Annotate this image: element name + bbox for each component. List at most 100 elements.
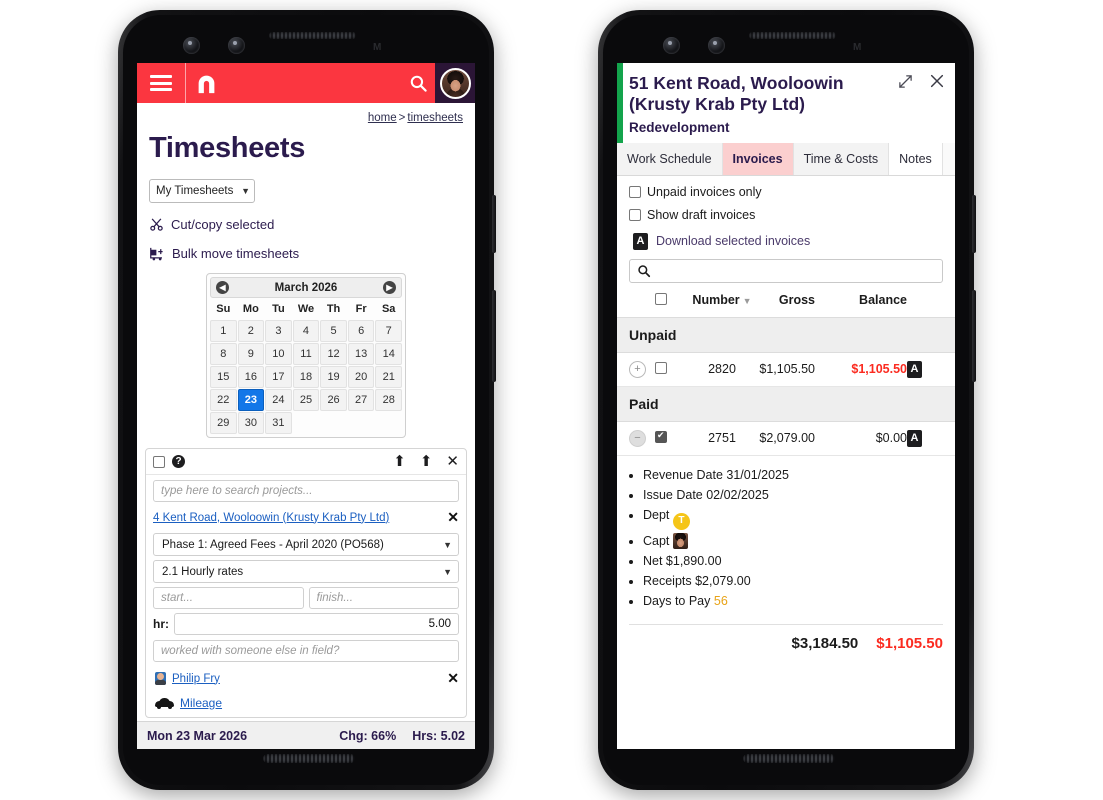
calendar-day[interactable]: 10 — [265, 343, 292, 365]
timesheet-filter-select[interactable]: My Timesheets ▼ — [149, 179, 255, 203]
invoice-search-input[interactable] — [629, 258, 943, 283]
volume-rocker[interactable] — [972, 290, 976, 382]
breadcrumb-current-link[interactable]: timesheets — [407, 112, 463, 124]
bulk-move-action[interactable]: Bulk move timesheets — [149, 246, 475, 261]
close-icon[interactable]: ✕ — [446, 454, 459, 469]
select-all-checkbox[interactable] — [655, 292, 667, 305]
start-time-input[interactable]: start... — [153, 587, 304, 609]
tab-time-costs[interactable]: Time & Costs — [793, 142, 890, 175]
calendar-day[interactable]: 25 — [292, 389, 320, 411]
calendar-day[interactable]: 3 — [265, 320, 292, 342]
selected-project-link[interactable]: 4 Kent Road, Wooloowin (Krusty Krab Pty … — [153, 512, 447, 524]
calendar-day[interactable]: 14 — [375, 343, 402, 365]
car-icon — [155, 697, 174, 709]
calendar-day[interactable]: 15 — [210, 366, 237, 388]
arch-brand-logo[interactable] — [186, 63, 226, 103]
calendar-day[interactable]: 24 — [265, 389, 292, 411]
pdf-icon[interactable]: A — [907, 429, 922, 447]
header-balance[interactable]: Balance — [821, 293, 907, 307]
calendar-day[interactable]: 26 — [320, 389, 347, 411]
calendar-day[interactable]: 19 — [320, 366, 347, 388]
table-row[interactable]: − 2751 $2,079.00 $0.00A — [617, 422, 955, 456]
filter-unpaid-only[interactable]: Unpaid invoices only — [617, 176, 955, 199]
invoice-totals: $3,184.50 $1,105.50 — [629, 624, 943, 656]
calendar-day[interactable]: 8 — [210, 343, 237, 365]
user-avatar[interactable] — [435, 63, 475, 103]
captain-avatar[interactable] — [672, 532, 688, 549]
calendar-day[interactable]: 17 — [265, 366, 292, 388]
project-search-input[interactable]: type here to search projects... — [153, 480, 459, 502]
note-input[interactable]: worked with someone else in field? — [153, 640, 459, 662]
calendar-day[interactable]: 1 — [210, 320, 237, 342]
calendar-day[interactable]: 28 — [375, 389, 402, 411]
power-button[interactable] — [492, 195, 496, 253]
download-selected-invoices-action[interactable]: A Download selected invoices — [617, 222, 955, 250]
arrow-up-icon[interactable]: ⬆ — [393, 454, 406, 469]
phase-select[interactable]: Phase 1: Agreed Fees - April 2020 (PO568… — [153, 533, 459, 556]
dept-badge[interactable]: T — [672, 512, 690, 530]
invoice-number: 2820 — [708, 362, 736, 377]
table-row[interactable]: +2820 $1,105.50 $1,105.50 A — [617, 353, 955, 387]
hamburger-menu-icon[interactable] — [150, 75, 172, 91]
tab-invoices[interactable]: Invoices — [722, 142, 794, 175]
pdf-icon[interactable]: A — [907, 360, 922, 378]
calendar-day[interactable]: 20 — [347, 366, 375, 388]
row-select-checkbox[interactable] — [655, 430, 667, 443]
calendar-day[interactable]: 16 — [237, 366, 265, 388]
expand-icon[interactable] — [898, 74, 913, 94]
prev-month-icon[interactable]: ◀ — [216, 281, 229, 294]
calendar-day[interactable]: 29 — [210, 412, 237, 434]
finish-placeholder: finish... — [316, 592, 353, 604]
calendar-day[interactable]: 22 — [210, 389, 237, 411]
search-icon[interactable] — [401, 63, 435, 103]
calendar-day-selected[interactable]: 23 — [237, 389, 265, 411]
header-gross[interactable]: Gross — [759, 293, 821, 307]
rate-select[interactable]: 2.1 Hourly rates ▼ — [153, 560, 459, 583]
download-label: Download selected invoices — [656, 234, 811, 249]
mileage-link[interactable]: Mileage — [180, 696, 222, 710]
calendar-day[interactable]: 9 — [237, 343, 265, 365]
cut-copy-action[interactable]: Cut/copy selected — [149, 217, 475, 232]
person-link[interactable]: Philip Fry — [172, 673, 441, 685]
calendar-day[interactable]: 30 — [237, 412, 265, 434]
calendar-day[interactable]: 11 — [292, 343, 320, 365]
collapse-row-icon[interactable]: − — [629, 429, 646, 447]
calendar-day[interactable]: 2 — [237, 320, 265, 342]
entry-select-checkbox[interactable] — [153, 455, 165, 468]
filter-show-drafts[interactable]: Show draft invoices — [617, 199, 955, 222]
calendar-day[interactable]: 6 — [347, 320, 375, 342]
arrow-up-icon[interactable]: ⬆ — [420, 454, 433, 469]
tab-notes[interactable]: Notes — [889, 142, 943, 175]
calendar-day[interactable]: 18 — [292, 366, 320, 388]
header-number[interactable]: Number ▼ — [685, 293, 759, 307]
breadcrumb-home-link[interactable]: home — [368, 112, 397, 124]
calendar-day[interactable]: 21 — [375, 366, 402, 388]
invoice-detail-text: Net $1,890.00 — [643, 553, 722, 568]
calendar-day[interactable]: 5 — [320, 320, 347, 342]
show-drafts-checkbox[interactable] — [629, 208, 641, 221]
expand-row-icon[interactable]: + — [629, 360, 646, 378]
calendar-header: ◀ March 2026 ▶ — [210, 277, 402, 298]
next-month-icon[interactable]: ▶ — [383, 281, 396, 294]
row-select-checkbox[interactable] — [655, 361, 667, 374]
invoice-gross: $1,105.50 — [759, 362, 815, 377]
panel-tabs[interactable]: Work Schedule Invoices Time & Costs Notes — [617, 142, 955, 176]
status-chg: Chg: 66% — [339, 728, 397, 743]
calendar-day[interactable]: 27 — [347, 389, 375, 411]
help-icon[interactable]: ? — [172, 455, 185, 468]
calendar-day[interactable]: 4 — [292, 320, 320, 342]
calendar-day-grid[interactable]: 1 2 3 4 5 6 7 8 9 10 11 12 13 14 15 16 17 18 19 20 21 22 23 24 2… — [210, 320, 402, 434]
finish-time-input[interactable]: finish... — [308, 587, 459, 609]
remove-person-icon[interactable]: ✕ — [447, 670, 459, 687]
calendar-day[interactable]: 13 — [347, 343, 375, 365]
remove-project-icon[interactable]: ✕ — [447, 509, 459, 526]
volume-rocker[interactable] — [492, 290, 496, 382]
tab-work-schedule[interactable]: Work Schedule — [617, 142, 723, 175]
calendar-day[interactable]: 31 — [265, 412, 292, 434]
calendar-day[interactable]: 12 — [320, 343, 347, 365]
close-icon[interactable] — [929, 73, 945, 94]
power-button[interactable] — [972, 195, 976, 253]
hours-input[interactable]: 5.00 — [174, 613, 459, 635]
unpaid-only-checkbox[interactable] — [629, 185, 641, 198]
calendar-day[interactable]: 7 — [375, 320, 402, 342]
